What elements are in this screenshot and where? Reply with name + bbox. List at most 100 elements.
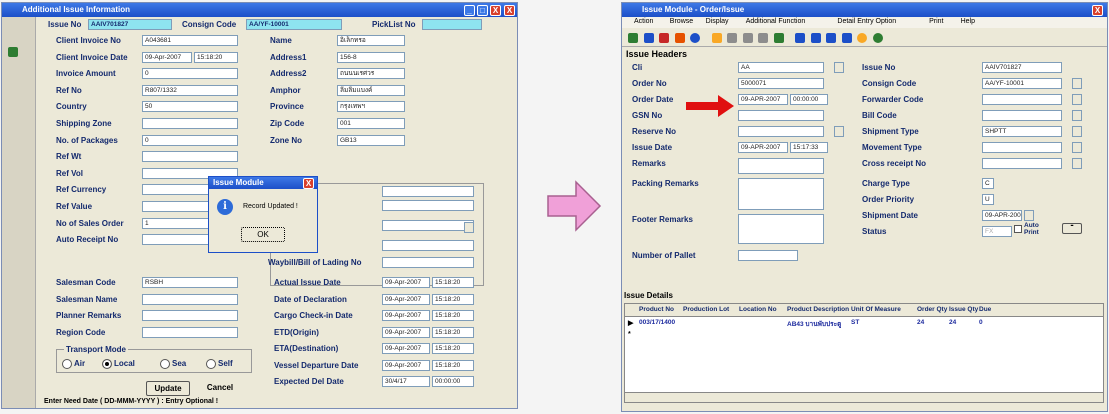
- new-icon[interactable]: [628, 33, 638, 43]
- help-icon[interactable]: [872, 33, 883, 43]
- time-input[interactable]: 15:18:20: [432, 326, 474, 338]
- field-input[interactable]: [738, 110, 824, 121]
- field-input[interactable]: AAIV701827: [982, 62, 1062, 73]
- field-input[interactable]: ลิ่มลิ่มแบงค์: [337, 84, 405, 96]
- lookup-button[interactable]: [1072, 78, 1082, 89]
- lookup-button[interactable]: [834, 62, 844, 73]
- time-input[interactable]: 00:00:00: [432, 376, 474, 387]
- time-input[interactable]: 15:18:20: [432, 293, 474, 305]
- copy-icon[interactable]: [727, 33, 737, 43]
- next-icon[interactable]: [841, 33, 852, 43]
- field-input[interactable]: [382, 186, 474, 197]
- paste-icon[interactable]: [758, 33, 768, 43]
- field-input[interactable]: 156-8: [337, 51, 405, 63]
- auto-print-check[interactable]: [1014, 225, 1022, 233]
- field-input[interactable]: 0: [142, 68, 238, 80]
- field-input[interactable]: อิเล็กทรอ: [337, 35, 405, 46]
- field-input[interactable]: [738, 214, 824, 244]
- field-input[interactable]: 09-Apr-2007: [142, 51, 192, 63]
- field-input[interactable]: [382, 220, 474, 231]
- find-icon[interactable]: [773, 33, 784, 43]
- grid-cell[interactable]: AB43 บานพับประตู: [787, 319, 841, 329]
- date-input[interactable]: 09-Apr-2007: [382, 326, 430, 338]
- field-input[interactable]: GB13: [337, 134, 405, 146]
- field-input[interactable]: ถนนนเรศวร: [337, 68, 405, 80]
- grid-cell[interactable]: 003/17/1400: [639, 319, 675, 326]
- field-input[interactable]: RSBH: [142, 277, 238, 288]
- menu-item[interactable]: Help: [961, 18, 975, 25]
- field-input[interactable]: [382, 200, 474, 211]
- menu-item[interactable]: Additional Function: [746, 18, 806, 25]
- field-input[interactable]: [142, 151, 238, 163]
- field-input[interactable]: 5000071: [738, 78, 824, 89]
- lookup-button[interactable]: [834, 126, 844, 137]
- date-input[interactable]: 09-Apr-2007: [382, 359, 430, 371]
- time-input[interactable]: 15:18:20: [432, 343, 474, 354]
- field-input[interactable]: 50: [142, 101, 238, 113]
- folder-icon[interactable]: [711, 33, 722, 43]
- field-input[interactable]: [142, 293, 238, 305]
- time-input[interactable]: 15:18:20: [432, 359, 474, 371]
- time-input[interactable]: 15:18:20: [194, 51, 238, 63]
- menu-item[interactable]: Browse: [670, 18, 693, 25]
- lookup-button[interactable]: [1072, 110, 1082, 121]
- field-input[interactable]: A043681: [142, 35, 238, 46]
- delete-icon[interactable]: [674, 33, 685, 43]
- down-icon[interactable]: [810, 33, 821, 43]
- date-input[interactable]: 09-Apr-2007: [382, 343, 430, 354]
- field-input[interactable]: AA/YF-10001: [982, 78, 1062, 89]
- date-input[interactable]: 09-Apr-2007: [382, 293, 430, 305]
- dialog-close-button[interactable]: X: [303, 178, 314, 189]
- field-input[interactable]: 001: [337, 118, 405, 129]
- date-input[interactable]: 09-Apr-2007: [382, 310, 430, 321]
- time-input[interactable]: 00:00:00: [790, 94, 828, 105]
- field-input[interactable]: 09-APR-2007: [738, 94, 788, 105]
- field-input[interactable]: U: [982, 194, 994, 205]
- radio-local[interactable]: [102, 359, 112, 369]
- field-input[interactable]: 09-APR-2007: [982, 210, 1022, 221]
- date-input[interactable]: 30/4/17: [382, 376, 430, 387]
- smile-icon[interactable]: [857, 33, 867, 43]
- field-input[interactable]: 0: [142, 134, 238, 146]
- sidebar-icon[interactable]: [8, 47, 18, 57]
- field-input[interactable]: [982, 110, 1062, 121]
- lookup-button[interactable]: [1072, 126, 1082, 137]
- grid-cell[interactable]: ST: [851, 319, 859, 326]
- field-input[interactable]: [142, 310, 238, 321]
- time-input[interactable]: 15:18:20: [432, 277, 474, 288]
- minimize-button[interactable]: _: [464, 5, 475, 16]
- info-icon[interactable]: [690, 33, 700, 43]
- menu-item[interactable]: Display: [706, 18, 729, 25]
- grid-scrollbar[interactable]: [625, 392, 1103, 402]
- time-input[interactable]: 15:17:33: [790, 142, 828, 153]
- field-input[interactable]: [982, 142, 1062, 153]
- field-input[interactable]: กรุงเทพฯ: [337, 101, 405, 113]
- prev-icon[interactable]: [826, 33, 836, 43]
- cut-icon[interactable]: [742, 33, 753, 43]
- radio-air[interactable]: [62, 359, 72, 369]
- field-input[interactable]: C: [982, 178, 994, 189]
- date-input[interactable]: 09-Apr-2007: [382, 277, 430, 288]
- field-input[interactable]: [142, 118, 238, 129]
- radio-self[interactable]: [206, 359, 216, 369]
- close-button[interactable]: X: [490, 5, 501, 16]
- grid-cell[interactable]: 0: [979, 319, 983, 326]
- field-input[interactable]: [738, 126, 824, 137]
- menu-item[interactable]: Action: [634, 18, 653, 25]
- grid-cell[interactable]: 24: [917, 319, 924, 326]
- field-input[interactable]: [982, 158, 1062, 169]
- save-icon[interactable]: [643, 33, 654, 43]
- field-input[interactable]: [142, 326, 238, 338]
- menu-item[interactable]: Detail Entry Option: [837, 18, 896, 25]
- maximize-button[interactable]: □: [477, 5, 488, 16]
- close-outer-button[interactable]: X: [504, 5, 515, 16]
- dropdown-button[interactable]: [1024, 210, 1034, 221]
- field-input[interactable]: [382, 240, 474, 251]
- field-input[interactable]: [982, 94, 1062, 105]
- field-input[interactable]: [738, 178, 824, 210]
- print-icon[interactable]: [659, 33, 669, 43]
- up-icon[interactable]: [795, 33, 805, 43]
- field-input[interactable]: [382, 257, 474, 268]
- menu-item[interactable]: Print: [929, 18, 943, 25]
- field-input[interactable]: FX: [982, 226, 1012, 237]
